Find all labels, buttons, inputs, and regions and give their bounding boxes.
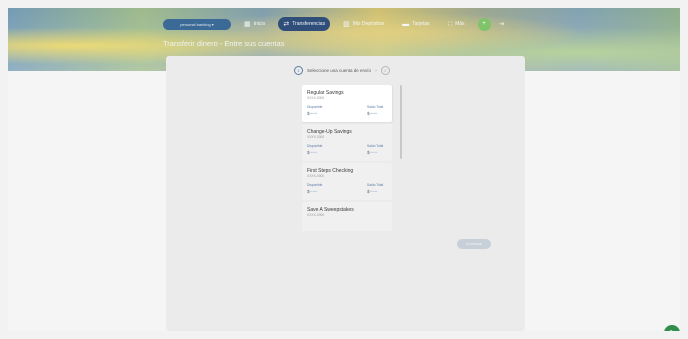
account-list-scrollbar[interactable] bbox=[400, 85, 402, 159]
card-icon: ▬ bbox=[402, 20, 410, 28]
step-1-badge: 1 bbox=[294, 66, 303, 75]
nav-tarjetas-label: Tarjetas bbox=[412, 21, 430, 27]
page-title: Transferir dinero - Entre sus cuentas bbox=[163, 39, 285, 48]
masked-amount: •••••• bbox=[369, 111, 378, 116]
account-card-first-steps-checking[interactable]: First Steps Checking XXXX-0000 Disponibl… bbox=[302, 163, 392, 200]
nav-mas-label: Más bbox=[455, 21, 465, 27]
account-card-save-a-sweepstakes[interactable]: Save A Sweepstakes XXXX-0000 bbox=[302, 202, 392, 231]
chevron-right-icon: › bbox=[375, 67, 377, 74]
masked-amount: •••••• bbox=[309, 189, 318, 194]
chat-button[interactable]: ✎ bbox=[664, 325, 680, 331]
available-value: $•••••• bbox=[307, 111, 317, 116]
available-label: Disponible bbox=[307, 105, 323, 109]
app-frame: personal banking ▾ ▦ Inicio ⇄ Transferen… bbox=[8, 8, 680, 331]
transfer-panel: 1 Seleccione una cuenta de envío › 2 Reg… bbox=[166, 56, 525, 331]
nav-transferencias[interactable]: ⇄ Transferencias bbox=[278, 17, 331, 31]
deposit-icon: ▥ bbox=[343, 20, 350, 28]
nav-tarjetas[interactable]: ▬ Tarjetas bbox=[397, 17, 435, 31]
masked-amount: •••••• bbox=[309, 111, 318, 116]
masked-amount: •••••• bbox=[369, 189, 378, 194]
account-card-change-up-savings[interactable]: Change-Up Savings XXXX-0000 Disponible $… bbox=[302, 124, 392, 161]
nav-inicio-label: Inicio bbox=[253, 21, 266, 27]
logout-icon: ⇥ bbox=[498, 21, 505, 28]
total-label: Saldo Total bbox=[367, 183, 384, 187]
account-select-label: personal banking ▾ bbox=[180, 21, 214, 27]
nav-depositos-label: Mis Depósitos bbox=[352, 21, 385, 27]
total-value: $•••••• bbox=[367, 150, 377, 155]
total-label: Saldo Total bbox=[367, 105, 384, 109]
nav-mas[interactable]: ∷ Más bbox=[443, 17, 470, 31]
account-number: XXXX-0000 bbox=[307, 213, 325, 217]
chat-icon: ✎ bbox=[669, 329, 675, 331]
masked-amount: •••••• bbox=[369, 150, 378, 155]
account-number: XXXX-0000 bbox=[307, 96, 325, 100]
account-number: XXXX-0000 bbox=[307, 174, 325, 178]
account-number: XXXX-0000 bbox=[307, 135, 325, 139]
stepper: 1 Seleccione una cuenta de envío › 2 bbox=[294, 66, 390, 75]
account-list[interactable]: Regular Savings XXXX-0000 Disponible $••… bbox=[302, 85, 398, 231]
total-value: $•••••• bbox=[367, 189, 377, 194]
available-label: Disponible bbox=[307, 144, 323, 148]
masked-amount: •••••• bbox=[309, 150, 318, 155]
transfer-icon: ⇄ bbox=[283, 20, 290, 28]
available-value: $•••••• bbox=[307, 150, 317, 155]
nav-transferencias-label: Transferencias bbox=[292, 21, 326, 27]
step-1-label: Seleccione una cuenta de envío bbox=[307, 68, 372, 73]
top-nav: personal banking ▾ ▦ Inicio ⇄ Transferen… bbox=[163, 15, 504, 33]
account-card-regular-savings[interactable]: Regular Savings XXXX-0000 Disponible $••… bbox=[302, 85, 392, 122]
nav-depositos[interactable]: ▥ Mis Depósitos bbox=[338, 17, 389, 31]
account-select[interactable]: personal banking ▾ bbox=[163, 18, 231, 30]
continue-button[interactable]: Continuar bbox=[457, 239, 491, 249]
more-icon: ∷ bbox=[447, 20, 453, 28]
available-value: $•••••• bbox=[307, 189, 317, 194]
total-label: Saldo Total bbox=[367, 144, 384, 148]
avatar[interactable]: + bbox=[477, 17, 491, 31]
nav-inicio[interactable]: ▦ Inicio bbox=[239, 17, 270, 31]
total-value: $•••••• bbox=[367, 111, 377, 116]
available-label: Disponible bbox=[307, 183, 323, 187]
grid-icon: ▦ bbox=[244, 20, 251, 28]
logout-button[interactable]: ⇥ bbox=[499, 20, 505, 28]
step-2-badge: 2 bbox=[380, 66, 390, 75]
avatar-glyph: + bbox=[482, 21, 486, 27]
